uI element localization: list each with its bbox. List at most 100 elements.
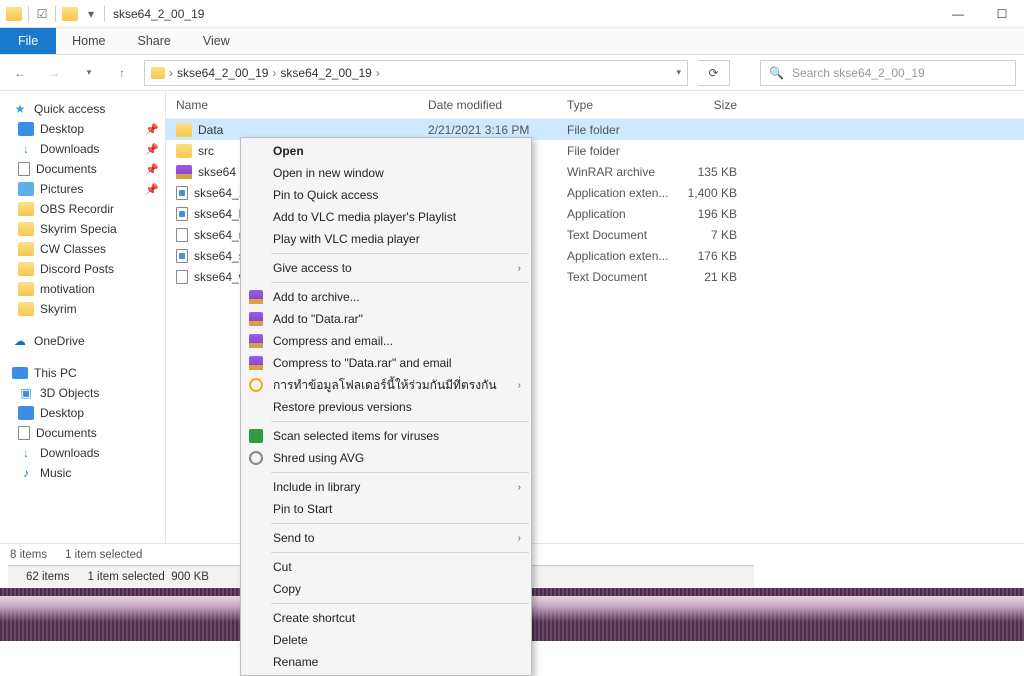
minimize-button[interactable]: —	[936, 0, 980, 28]
menu-vlc-play[interactable]: Play with VLC media player	[241, 228, 531, 250]
sidebar-item[interactable]: ♪Music	[0, 463, 165, 483]
sidebar-item[interactable]: Discord Posts	[0, 259, 165, 279]
menu-send-to[interactable]: Send to›	[241, 527, 531, 549]
menu-sync[interactable]: การทำข้อมูลโฟลเดอร์นี้ให้ร่วมกันมีที่ตรง…	[241, 374, 531, 396]
sidebar-item[interactable]: ↓Downloads	[0, 443, 165, 463]
sidebar-item-label: 3D Objects	[40, 386, 99, 400]
up-button[interactable]: ↑	[110, 61, 134, 85]
pin-icon: 📌	[145, 123, 159, 136]
sidebar-item-label: Skyrim Specia	[40, 222, 117, 236]
sidebar-item[interactable]: Skyrim	[0, 299, 165, 319]
sidebar-onedrive[interactable]: ☁ OneDrive	[0, 331, 165, 351]
pic-icon	[18, 182, 34, 196]
star-icon: ★	[12, 102, 28, 116]
refresh-button[interactable]: ⟳	[698, 60, 730, 86]
menu-pin-start[interactable]: Pin to Start	[241, 498, 531, 520]
search-icon: 🔍	[769, 66, 784, 80]
sidebar-item[interactable]: Documents	[0, 423, 165, 443]
sidebar-this-pc[interactable]: This PC	[0, 363, 165, 383]
recent-dropdown[interactable]: ▾	[76, 61, 100, 85]
qat-dropdown-icon[interactable]: ▾	[84, 7, 98, 21]
menu-open-new-window[interactable]: Open in new window	[241, 162, 531, 184]
file-type: Application exten...	[559, 186, 679, 200]
status-selected: 1 item selected 900 KB	[87, 571, 208, 583]
menu-create-shortcut[interactable]: Create shortcut	[241, 607, 531, 629]
navigation-pane: ★ Quick access Desktop📌↓Downloads📌Docume…	[0, 91, 166, 543]
menu-restore-versions[interactable]: Restore previous versions	[241, 396, 531, 418]
forward-button[interactable]: →	[42, 61, 66, 85]
app-icon	[176, 207, 188, 221]
sidebar-item[interactable]: ↓Downloads📌	[0, 139, 165, 159]
breadcrumb-segment[interactable]: skse64_2_00_19	[280, 66, 371, 80]
tab-view[interactable]: View	[187, 28, 246, 54]
sidebar-item[interactable]: Desktop📌	[0, 119, 165, 139]
menu-include-library[interactable]: Include in library›	[241, 476, 531, 498]
context-menu: Open Open in new window Pin to Quick acc…	[240, 137, 532, 676]
sidebar-item-label: Downloads	[40, 142, 99, 156]
breadcrumb-segment[interactable]: skse64_2_00_19	[177, 66, 268, 80]
sidebar-item-label: Desktop	[40, 406, 84, 420]
sidebar-label: This PC	[34, 366, 77, 380]
file-type: Text Document	[559, 228, 679, 242]
shred-icon	[247, 450, 265, 466]
menu-vlc-add[interactable]: Add to VLC media player's Playlist	[241, 206, 531, 228]
sidebar-item[interactable]: motivation	[0, 279, 165, 299]
column-size[interactable]: Size	[679, 98, 751, 112]
menu-rename[interactable]: Rename	[241, 651, 531, 673]
column-name[interactable]: Name	[166, 98, 420, 112]
file-type: Application exten...	[559, 249, 679, 263]
menu-give-access[interactable]: Give access to›	[241, 257, 531, 279]
column-headers[interactable]: Name Date modified Type Size	[166, 91, 1024, 119]
separator-icon: ›	[272, 66, 276, 80]
folder-icon	[176, 144, 192, 158]
file-tab[interactable]: File	[0, 28, 56, 54]
menu-compress-rar-email[interactable]: Compress to "Data.rar" and email	[241, 352, 531, 374]
chevron-right-icon: ›	[518, 482, 521, 493]
sidebar-item-label: Discord Posts	[40, 262, 114, 276]
maximize-button[interactable]: ☐	[980, 0, 1024, 28]
separator	[271, 282, 529, 283]
menu-cut[interactable]: Cut	[241, 556, 531, 578]
file-type: File folder	[559, 123, 679, 137]
search-box[interactable]: 🔍	[760, 60, 1016, 86]
menu-open[interactable]: Open	[241, 140, 531, 162]
menu-pin-quick-access[interactable]: Pin to Quick access	[241, 184, 531, 206]
sidebar-item-label: Skyrim	[40, 302, 77, 316]
folder-icon	[6, 7, 22, 21]
folder-icon	[18, 302, 34, 316]
menu-scan-virus[interactable]: Scan selected items for viruses	[241, 425, 531, 447]
search-input[interactable]	[792, 66, 1007, 80]
status-item-count: 62 items	[26, 571, 69, 583]
menu-compress-email[interactable]: Compress and email...	[241, 330, 531, 352]
sidebar-item[interactable]: ▣3D Objects	[0, 383, 165, 403]
sidebar-item[interactable]: Pictures📌	[0, 179, 165, 199]
back-button[interactable]: ←	[8, 61, 32, 85]
file-size: 135 KB	[679, 165, 751, 179]
tab-share[interactable]: Share	[122, 28, 187, 54]
checkbox-icon[interactable]: ☑	[35, 7, 49, 21]
sidebar-item-label: Music	[40, 466, 71, 480]
menu-copy[interactable]: Copy	[241, 578, 531, 600]
chevron-down-icon[interactable]: ▾	[676, 67, 681, 78]
avg-icon	[247, 428, 265, 444]
menu-add-archive[interactable]: Add to archive...	[241, 286, 531, 308]
sidebar-item[interactable]: Documents📌	[0, 159, 165, 179]
menu-delete[interactable]: Delete	[241, 629, 531, 651]
doc-icon	[18, 426, 30, 440]
pc-icon	[12, 367, 28, 379]
menu-shred[interactable]: Shred using AVG	[241, 447, 531, 469]
column-type[interactable]: Type	[559, 98, 679, 112]
sidebar-item[interactable]: Desktop	[0, 403, 165, 423]
separator	[271, 421, 529, 422]
tab-home[interactable]: Home	[56, 28, 121, 54]
desktop-icon	[18, 122, 34, 136]
sidebar-quick-access[interactable]: ★ Quick access	[0, 99, 165, 119]
status-item-count: 8 items	[10, 549, 47, 561]
address-bar[interactable]: › skse64_2_00_19 › skse64_2_00_19 › ▾	[144, 60, 688, 86]
sidebar-item[interactable]: CW Classes	[0, 239, 165, 259]
column-date[interactable]: Date modified	[420, 98, 559, 112]
menu-add-rar[interactable]: Add to "Data.rar"	[241, 308, 531, 330]
sidebar-item-label: Downloads	[40, 446, 99, 460]
sidebar-item[interactable]: Skyrim Specia	[0, 219, 165, 239]
sidebar-item[interactable]: OBS Recordir	[0, 199, 165, 219]
